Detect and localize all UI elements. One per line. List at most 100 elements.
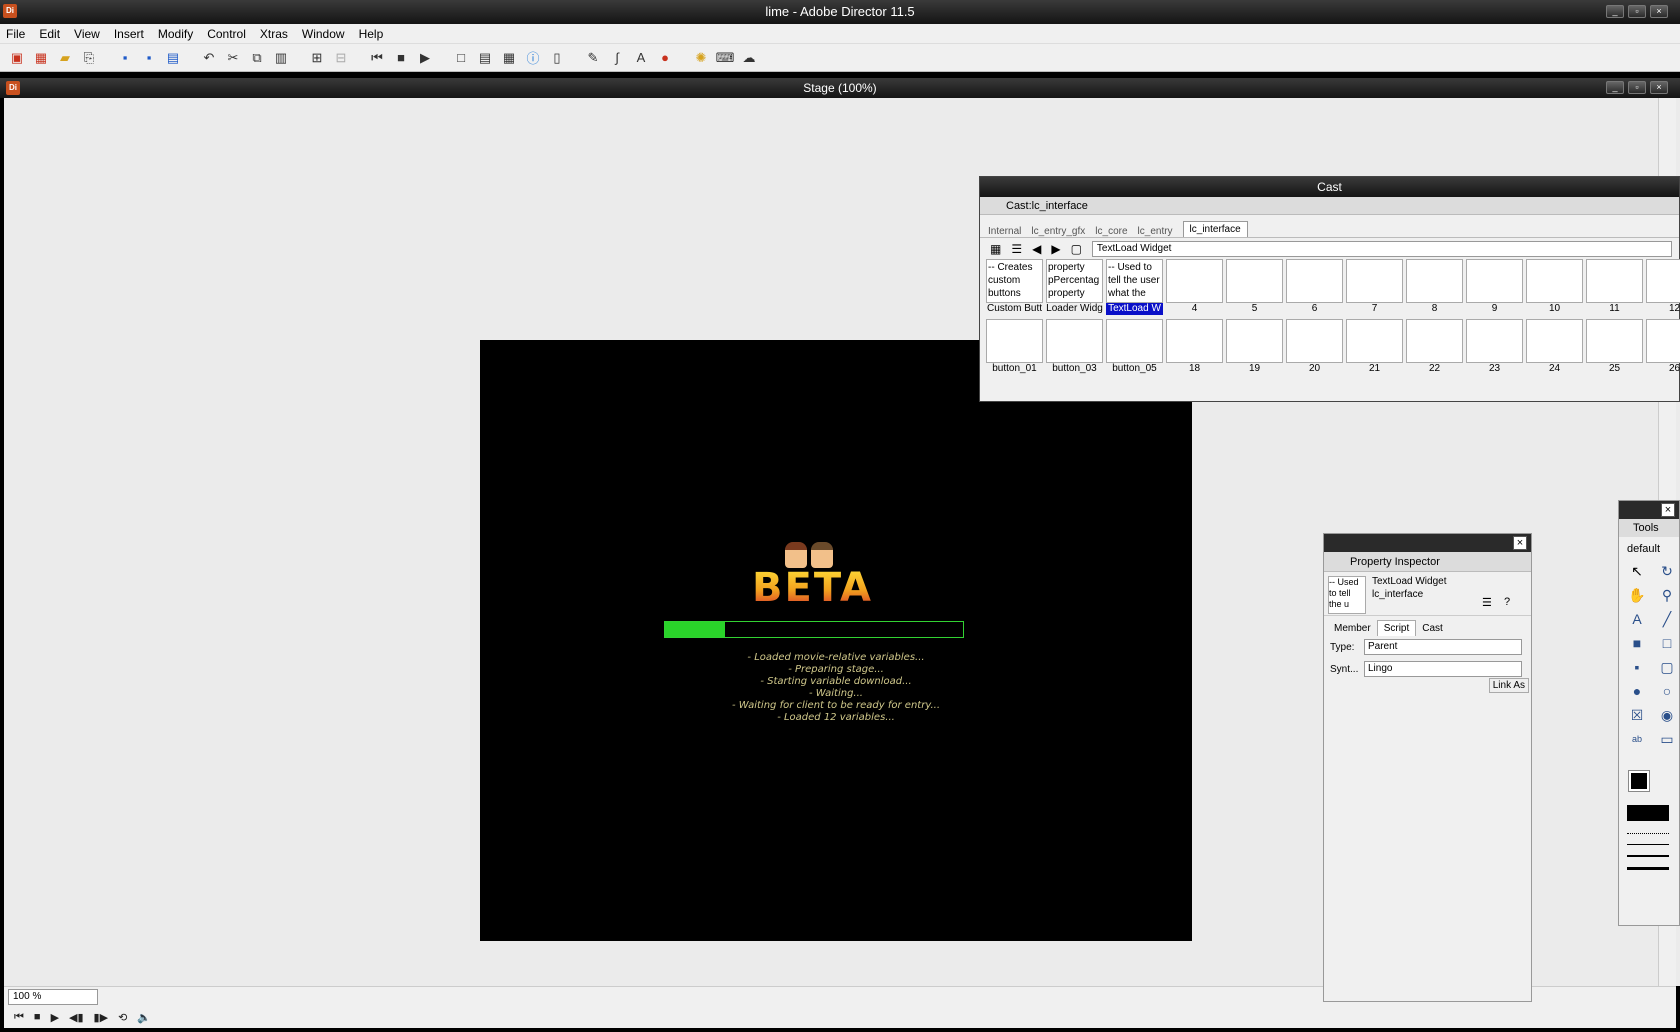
cast-member[interactable]: 19 (1226, 319, 1283, 375)
cast-member[interactable]: 7 (1346, 259, 1403, 315)
roundrect-icon[interactable]: ▢ (1656, 657, 1678, 677)
replace-icon[interactable]: ⊟ (332, 49, 350, 67)
close-button[interactable]: × (1650, 5, 1668, 18)
cast-member[interactable]: property pPercentag property Loader Widg (1046, 259, 1103, 315)
cast-member[interactable]: button_05 (1106, 319, 1163, 375)
cast-tab-lc-entry-gfx[interactable]: lc_entry_gfx (1031, 226, 1085, 237)
ellipse-icon[interactable]: ○ (1656, 681, 1678, 701)
list-view-icon[interactable]: ☰ (1011, 242, 1022, 256)
arrow-tool-icon[interactable]: ↖ (1626, 561, 1648, 581)
radio-tool-icon[interactable]: ◉ (1656, 705, 1678, 725)
cast-tab-lc-entry[interactable]: lc_entry (1138, 226, 1173, 237)
cast-window-icon[interactable]: ▦ (500, 49, 518, 67)
loop-icon[interactable]: ⟲ (118, 1011, 127, 1024)
line-width-3[interactable] (1627, 867, 1669, 870)
volume-icon[interactable]: 🔈 (137, 1011, 151, 1024)
cast-member[interactable]: 25 (1586, 319, 1643, 375)
thumbnail-view-icon[interactable]: ▦ (990, 242, 1001, 256)
cast-name-header[interactable]: Cast:lc_interface (980, 197, 1679, 215)
cast-member[interactable]: -- Used to tell the user what the TextLoa… (1106, 259, 1163, 315)
cast-member[interactable]: 22 (1406, 319, 1463, 375)
library-icon[interactable]: ▯ (548, 49, 566, 67)
rewind-icon[interactable]: ⏮ (14, 1011, 24, 1024)
cast-member[interactable]: button_03 (1046, 319, 1103, 375)
stop-icon[interactable]: ■ (392, 49, 410, 67)
stage-minimize-button[interactable]: _ (1606, 81, 1624, 94)
rewind-icon[interactable]: ⏮ (368, 49, 386, 67)
color-icon[interactable]: ● (656, 49, 674, 67)
menu-control[interactable]: Control (207, 27, 246, 41)
menu-edit[interactable]: Edit (39, 27, 60, 41)
stage-maximize-button[interactable]: ▫ (1628, 81, 1646, 94)
foreground-color-swatch[interactable] (1628, 770, 1650, 792)
tab-script[interactable]: Script (1376, 620, 1417, 636)
minimize-button[interactable]: _ (1606, 5, 1624, 18)
tab-cast[interactable]: Cast (1416, 621, 1449, 636)
cast-member[interactable]: 20 (1286, 319, 1343, 375)
menu-modify[interactable]: Modify (158, 27, 193, 41)
syntax-select[interactable]: Lingo (1364, 661, 1522, 677)
cast-member[interactable]: 6 (1286, 259, 1343, 315)
text-tool-icon[interactable]: A (1626, 609, 1648, 629)
cast-member[interactable]: button_01 (986, 319, 1043, 375)
pattern-swatch[interactable] (1627, 805, 1669, 821)
close-icon[interactable]: × (1513, 536, 1527, 550)
type-select[interactable]: Parent (1364, 639, 1522, 655)
cast-tab-lc-core[interactable]: lc_core (1095, 226, 1127, 237)
list-view-icon[interactable]: ☰ (1482, 596, 1492, 609)
field-tool-icon[interactable]: ab (1626, 729, 1648, 749)
close-icon[interactable]: × (1661, 503, 1675, 517)
find-icon[interactable]: ⊞ (308, 49, 326, 67)
hand-tool-icon[interactable]: ✋ (1626, 585, 1648, 605)
filled-roundrect-icon[interactable]: ▪ (1626, 657, 1648, 677)
line-tool-icon[interactable]: ╱ (1656, 609, 1678, 629)
cast-member[interactable]: 23 (1466, 319, 1523, 375)
cast-member[interactable]: 18 (1166, 319, 1223, 375)
text-icon[interactable]: A (632, 49, 650, 67)
zoom-tool-icon[interactable]: ⚲ (1656, 585, 1678, 605)
property-inspector-title[interactable]: Property Inspector (1324, 552, 1531, 572)
xtras-icon[interactable]: ✺ (692, 49, 710, 67)
publish-icon[interactable]: ▤ (164, 49, 182, 67)
filled-ellipse-icon[interactable]: ● (1626, 681, 1648, 701)
cast-member[interactable]: 11 (1586, 259, 1643, 315)
cast-member[interactable]: 4 (1166, 259, 1223, 315)
link-as-button[interactable]: Link As (1488, 678, 1529, 693)
import-icon[interactable]: ⎘ (80, 49, 98, 67)
zoom-select[interactable]: 100 % (8, 988, 98, 1005)
paint-icon[interactable]: ✎ (584, 49, 602, 67)
menu-xtras[interactable]: Xtras (260, 27, 288, 41)
play-icon[interactable]: ▶ (51, 1011, 59, 1024)
step-forward-icon[interactable]: ▮▶ (94, 1011, 109, 1024)
save-icon[interactable]: ▪ (116, 49, 134, 67)
score-icon[interactable]: ▤ (476, 49, 494, 67)
tab-member[interactable]: Member (1328, 621, 1377, 636)
cut-icon[interactable]: ✂ (224, 49, 242, 67)
rotate-tool-icon[interactable]: ↻ (1656, 561, 1678, 581)
cast-member[interactable]: 9 (1466, 259, 1523, 315)
cast-member[interactable]: 21 (1346, 319, 1403, 375)
menu-view[interactable]: View (74, 27, 100, 41)
copy-icon[interactable]: ⧉ (248, 49, 266, 67)
cast-member[interactable]: 12 (1646, 259, 1680, 315)
cast-tab-internal[interactable]: Internal (988, 226, 1021, 237)
menu-file[interactable]: File (6, 27, 25, 41)
new-cast-icon[interactable]: ▦ (32, 49, 50, 67)
menu-window[interactable]: Window (302, 27, 345, 41)
play-icon[interactable]: ▶ (416, 49, 434, 67)
help-icon[interactable]: ? (1504, 596, 1510, 608)
undo-icon[interactable]: ↶ (200, 49, 218, 67)
new-movie-icon[interactable]: ▣ (8, 49, 26, 67)
vector-icon[interactable]: ∫ (608, 49, 626, 67)
filled-rect-icon[interactable]: ■ (1626, 633, 1648, 653)
help-icon[interactable]: ⌨ (716, 49, 735, 67)
line-width-1[interactable] (1627, 844, 1669, 845)
cast-member[interactable]: 24 (1526, 319, 1583, 375)
menu-help[interactable]: Help (359, 27, 384, 41)
open-icon[interactable]: ▰ (56, 49, 74, 67)
stage-icon[interactable]: □ (452, 49, 470, 67)
cast-member[interactable]: 5 (1226, 259, 1283, 315)
member-name-field[interactable]: TextLoad Widget (1091, 240, 1672, 257)
cast-tab-lc-interface[interactable]: lc_interface (1182, 221, 1248, 237)
property-inspector-icon[interactable]: ⓘ (524, 49, 542, 67)
